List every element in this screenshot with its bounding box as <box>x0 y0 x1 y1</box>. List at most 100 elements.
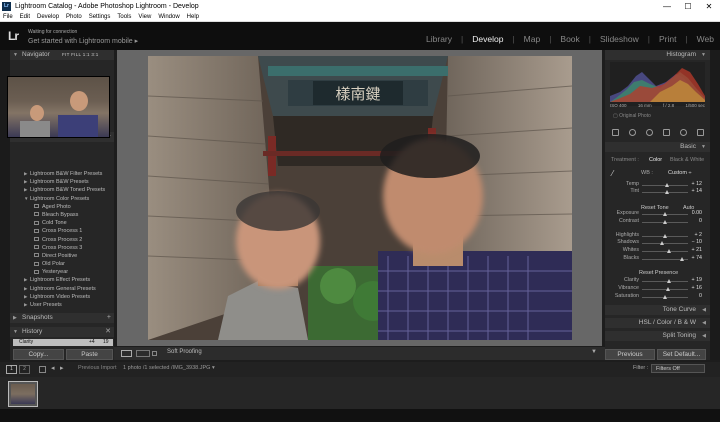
graduated-filter-icon[interactable] <box>663 129 670 136</box>
loupe-view-icon[interactable] <box>121 350 132 357</box>
slider-track[interactable] <box>642 249 688 253</box>
treatment-bw[interactable]: Black & White <box>670 157 704 163</box>
slider-track[interactable] <box>642 220 688 224</box>
treatment-color[interactable]: Color <box>649 157 662 163</box>
slider-value[interactable]: + 12 <box>688 181 702 187</box>
navigator-zoom-options[interactable]: FIT FILL 1:1 3:1 <box>62 52 99 57</box>
slider-value[interactable]: + 74 <box>688 255 702 261</box>
set-default-button[interactable]: Set Default... <box>657 349 706 360</box>
before-after-view-icon[interactable] <box>136 350 150 357</box>
histogram-header[interactable]: Histogram ▼ <box>605 50 710 60</box>
module-print[interactable]: Print <box>659 34 676 44</box>
history-header[interactable]: ▼ History ✕ <box>10 327 114 337</box>
preset-folder[interactable]: ▶ Lightroom General Presets <box>20 285 112 293</box>
slider-track[interactable] <box>642 257 688 261</box>
red-eye-icon[interactable] <box>646 129 653 136</box>
basic-header[interactable]: Basic ▼ <box>605 142 710 152</box>
slider-track[interactable] <box>642 295 688 299</box>
slider-value[interactable]: 0 <box>688 293 702 299</box>
slider-thumb[interactable] <box>662 295 667 299</box>
mobile-link[interactable]: Get started with Lightroom mobile ▸ <box>28 37 138 45</box>
menu-photo[interactable]: Photo <box>66 13 82 21</box>
filmstrip-path[interactable]: 1 photo /1 selected /IMG_3938.JPG ▾ <box>123 365 215 371</box>
snapshots-header[interactable]: ▶ Snapshots + <box>10 313 114 323</box>
forward-arrow-icon[interactable]: ▸ <box>60 364 64 372</box>
page-1-button[interactable]: 1 <box>6 365 17 374</box>
slider-track[interactable] <box>642 279 688 283</box>
navigator-preview[interactable] <box>7 76 110 138</box>
preset-item[interactable]: Cross Process 1 <box>20 227 112 235</box>
slider-track[interactable] <box>642 287 688 291</box>
preset-item[interactable]: Yesteryear <box>20 268 112 276</box>
preset-folder[interactable]: ▶ Lightroom B&W Filter Presets <box>20 170 112 178</box>
soft-proofing-checkbox[interactable] <box>152 351 157 356</box>
menu-edit[interactable]: Edit <box>20 13 30 21</box>
white-balance-eyedropper-icon[interactable]: ⁄ <box>612 169 613 178</box>
menu-window[interactable]: Window <box>158 13 179 21</box>
slider-thumb[interactable] <box>662 234 667 238</box>
previous-import-source[interactable]: Previous Import <box>78 365 117 371</box>
preset-item[interactable]: Cold Tone <box>20 219 112 227</box>
slider-value[interactable]: − 10 <box>688 239 702 245</box>
slider-thumb[interactable] <box>662 212 667 216</box>
filmstrip-thumbnail[interactable] <box>8 381 38 407</box>
slider-value[interactable]: + 2 <box>688 232 702 238</box>
menu-file[interactable]: File <box>3 13 13 21</box>
paste-button[interactable]: Paste <box>66 349 113 360</box>
slider-thumb[interactable] <box>660 241 665 245</box>
filter-select[interactable]: Filters Off <box>651 364 705 373</box>
menu-settings[interactable]: Settings <box>89 13 111 21</box>
split-toning-header[interactable]: Split Toning ◀ <box>605 331 710 341</box>
slider-track[interactable] <box>642 212 688 216</box>
slider-thumb[interactable] <box>666 287 671 291</box>
hsl-header[interactable]: HSL / Color / B & W ◀ <box>605 318 710 328</box>
slider-thumb[interactable] <box>664 183 669 187</box>
grid-view-icon[interactable] <box>39 366 46 373</box>
preset-item[interactable]: Aged Photo <box>20 203 112 211</box>
preset-item[interactable]: Cross Process 2 <box>20 236 112 244</box>
preset-folder[interactable]: ▶ Lightroom Video Presets <box>20 293 112 301</box>
preset-item[interactable]: Old Polar <box>20 260 112 268</box>
right-panel-toggle-strip[interactable] <box>710 50 720 360</box>
adjustment-brush-icon[interactable] <box>697 129 704 136</box>
slider-thumb[interactable] <box>665 190 670 194</box>
slider-value[interactable]: + 21 <box>688 247 702 253</box>
minimize-button[interactable]: — <box>656 0 678 13</box>
module-develop[interactable]: Develop <box>472 34 503 44</box>
slider-value[interactable]: 0 <box>688 218 702 224</box>
preset-item[interactable]: Direct Positive <box>20 252 112 260</box>
histogram[interactable] <box>610 62 705 106</box>
radial-filter-icon[interactable] <box>680 129 687 136</box>
maximize-button[interactable]: ☐ <box>677 0 699 13</box>
wb-preset-select[interactable]: Custom ÷ <box>668 170 692 176</box>
slider-thumb[interactable] <box>667 279 672 283</box>
preset-item[interactable]: Bleach Bypass <box>20 211 112 219</box>
crop-tool-icon[interactable] <box>612 129 619 136</box>
preset-folder[interactable]: ▶ User Presets <box>20 301 112 309</box>
module-library[interactable]: Library <box>426 34 452 44</box>
history-step[interactable]: Clarity +4 19 <box>13 339 113 346</box>
preset-folder[interactable]: ▶ Lightroom Effect Presets <box>20 276 112 284</box>
reset-presence-label[interactable]: Reset Presence <box>639 270 678 276</box>
module-map[interactable]: Map <box>524 34 541 44</box>
preset-folder[interactable]: ▶ Lightroom B&W Presets <box>20 178 112 186</box>
preset-folder[interactable]: ▼ Lightroom Color Presets <box>20 195 112 203</box>
slider-value[interactable]: 0.00 <box>688 210 702 216</box>
menu-tools[interactable]: Tools <box>117 13 131 21</box>
slider-value[interactable]: + 19 <box>688 277 702 283</box>
slider-track[interactable] <box>642 234 688 238</box>
tone-curve-header[interactable]: Tone Curve ◀ <box>605 305 710 315</box>
module-web[interactable]: Web <box>697 34 714 44</box>
preset-folder[interactable]: ▶ Lightroom B&W Toned Presets <box>20 186 112 194</box>
slider-thumb[interactable] <box>679 257 684 261</box>
module-book[interactable]: Book <box>560 34 579 44</box>
copy-button[interactable]: Copy... <box>13 349 64 360</box>
slider-track[interactable] <box>642 183 688 187</box>
menu-help[interactable]: Help <box>187 13 199 21</box>
back-arrow-icon[interactable]: ◂ <box>51 364 55 372</box>
slider-value[interactable]: + 16 <box>688 285 702 291</box>
slider-track[interactable] <box>642 241 688 245</box>
clear-history-icon[interactable]: ✕ <box>105 327 111 337</box>
add-snapshot-icon[interactable]: + <box>107 313 111 323</box>
slider-value[interactable]: + 14 <box>688 188 702 194</box>
